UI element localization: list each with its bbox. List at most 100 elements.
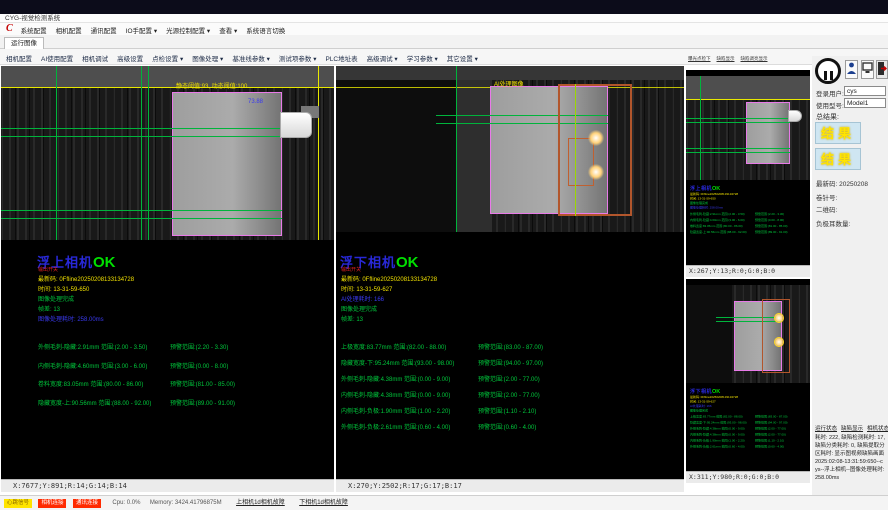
thumbnail-top-camera[interactable]: 浮上相机OK 最新码: 0Ffline20250208133134728 时间:…: [686, 70, 810, 265]
toolbar-button[interactable]: 高级设置: [117, 56, 143, 63]
toolbar-button[interactable]: 相机配置: [6, 56, 32, 63]
bottom-camera-fault-link[interactable]: 下相机1d相机故障: [299, 500, 348, 506]
thumb-bottom-pixel-status: X:311;Y:980;R:0;G:0;B:0: [686, 471, 810, 483]
toolbar-button[interactable]: 基准线参数 ▾: [232, 56, 270, 63]
baseline-green: [141, 66, 142, 240]
baseline-green: [56, 66, 57, 240]
measure-value-overlay: 73.88: [248, 99, 263, 105]
measurement-value: 内侧毛刺-隐藏:4.38mm 范围:(0.00 - 9.00): [341, 390, 478, 399]
toolbar-button[interactable]: 相机调试: [82, 56, 108, 63]
left-view-pixel-status: X:7677;Y:891;R:14;G:14;B:14: [1, 479, 334, 492]
pause-button[interactable]: [815, 58, 841, 84]
menu-item[interactable]: 通讯配置: [91, 28, 117, 35]
measurement-value: 外侧毛刺-隐藏:4.38mm 范围:(0.00 - 9.00): [341, 374, 478, 383]
measurement-row: 外侧毛刺-负极:2.61mm 范围:(0.60 - 4.00) 预警范围:(0.…: [341, 422, 661, 431]
negative-tab-count-label: 负极耳数量:: [816, 218, 850, 228]
toolbar-button[interactable]: AI使用配置: [41, 56, 73, 63]
weld-glow-spot: [588, 164, 604, 180]
latest-code: 最新码: 0Ffline20250208133134728: [38, 274, 134, 283]
thumb-header-link[interactable]: 缺陷调亮显示: [741, 56, 768, 61]
measurement-value: 内侧毛刺-隐藏:4.60mm 范围:(3.00 - 6.00): [38, 361, 170, 370]
login-user-field[interactable]: cys: [844, 86, 886, 96]
measurement-rows: 外侧毛刺-隐藏:2.91mm 范围:(2.00 - 3.50) 预警范围:(2.…: [38, 342, 330, 416]
top-camera-fault-link[interactable]: 上相机1d相机故障: [236, 500, 285, 506]
center-view-pixel-status: X:270;Y:2502;R:17;G:17;B:17: [336, 479, 684, 492]
warning-range: 预警范围:(83.00 - 87.00): [478, 342, 543, 351]
menu-item[interactable]: 系统配置: [21, 28, 47, 35]
ai-image-overlay-label: AI处理图像: [494, 79, 524, 88]
process-elapsed-label: 图像处理耗时: 258.00ms: [38, 314, 104, 323]
exit-button[interactable]: [876, 60, 888, 79]
menu-item[interactable]: IO手配置 ▾: [126, 28, 157, 35]
thumb-header-link[interactable]: 曝光点检下: [688, 56, 711, 61]
frame-diff-label: 帧差: 13: [341, 314, 363, 323]
measure-line-green: [1, 136, 282, 137]
menu-item[interactable]: 系统语言切换: [246, 28, 285, 35]
measurement-row: 内侧毛刺-负极:1.90mm 范围:(1.00 - 2.20) 预警范围:(1.…: [341, 406, 661, 415]
frame-diff-label: 帧差: 13: [38, 304, 60, 313]
measurement-value: 外侧毛刺-负极:2.61mm 范围:(0.60 - 4.00): [341, 422, 478, 431]
capture-time: 时间: 13-31-59-650: [38, 284, 89, 293]
measurement-value: 卷料宽度:83.05mm 范围:(80.00 - 86.00): [38, 379, 170, 388]
app-logo-icon: C: [6, 23, 13, 35]
warning-range: 预警范围:(1.10 - 2.10): [478, 406, 536, 415]
user-lock-icon: [846, 61, 857, 76]
sidebar-bottom-tab[interactable]: 运行状态: [815, 426, 837, 432]
camera-view-float-bottom[interactable]: AI处理图像 浮下相机OK 输出开关 最新码: 0Ffline202502081…: [336, 66, 684, 479]
tab-strip: 运行图像: [0, 35, 888, 49]
toolbar-button[interactable]: 图像处理 ▾: [192, 56, 223, 63]
electrode-cell-region: [172, 92, 282, 236]
output-switch-label: 输出开关: [341, 266, 361, 273]
thumb-top-pixel-status: X:267;Y:13;R:0;G:0;B:0: [686, 265, 810, 277]
menu-item[interactable]: 光源控制配置 ▾: [166, 28, 210, 35]
tab-lead-part: [280, 112, 312, 138]
user-lock-button[interactable]: [845, 60, 858, 79]
camera-image-bottom: AI处理图像: [336, 66, 684, 232]
machine-band: [336, 66, 684, 80]
camera-image-top: 静态阈值:93, 动态阈值:100 73.88: [1, 66, 334, 240]
baseline-green: [456, 66, 457, 232]
camera-view-float-top[interactable]: 静态阈值:93, 动态阈值:100 73.88 浮上相机OK 输出开关 最新码:…: [1, 66, 334, 479]
measurement-row: 内侧毛刺-隐藏:4.38mm 范围:(0.00 - 9.00) 预警范围:(2.…: [341, 390, 661, 399]
machine-mid-panel: [456, 66, 492, 232]
process-done-label: 图像处理完成: [341, 304, 377, 313]
warning-range: 预警范围:(89.00 - 91.00): [170, 398, 235, 407]
memory-usage: Memory: 3424.41796875M: [150, 500, 222, 506]
sidebar-bottom-tab[interactable]: 缺陷显示: [841, 426, 863, 432]
sidebar-bottom-tab[interactable]: 相机状态: [867, 426, 888, 432]
measurement-rows: 上极宽度:83.77mm 范围:(82.00 - 88.00) 预警范围:(83…: [341, 342, 661, 438]
runtime-stats-text: 耗时: 222, 缺陷检测耗时: 17, 缺陷分类耗时: 0, 缺陷提取分区耗时…: [815, 434, 885, 482]
status-bar: 心跳信号 相机连接 通讯连接 Cpu: 0.0% Memory: 3424.41…: [0, 495, 888, 510]
monitor-button[interactable]: [861, 60, 874, 79]
thumb-header-link[interactable]: 缺陷显示: [717, 56, 735, 61]
ai-elapsed-label: AI处理耗时: 166: [341, 294, 384, 303]
baseline-green: [148, 66, 149, 240]
warning-range: 预警范围:(81.00 - 85.00): [170, 379, 235, 388]
menu-item[interactable]: 查看 ▾: [219, 28, 237, 35]
measure-line-green: [1, 218, 282, 219]
pause-icon: [822, 67, 834, 85]
measure-line-green: [1, 210, 282, 211]
toolbar-button[interactable]: 高级调试 ▾: [367, 56, 398, 63]
warning-range: 预警范围:(2.00 - 77.00): [478, 374, 540, 383]
toolbar-button[interactable]: 学习参数 ▾: [407, 56, 438, 63]
measurement-value: 隐藏宽度-下:95.24mm 范围:(93.00 - 98.00): [341, 358, 478, 367]
reference-line-yellow: [318, 66, 319, 240]
toolbar-button[interactable]: 点检设置 ▾: [152, 56, 183, 63]
measure-line-green: [1, 128, 282, 129]
thumbnail-bottom-camera[interactable]: 浮下相机OK 最新码: 0Ffline20250208133134728 时间:…: [686, 279, 810, 471]
result-display-bottom: 结果: [815, 148, 861, 170]
process-done-label: 图像处理完成: [38, 294, 74, 303]
measurement-value: 外侧毛刺-隐藏:2.91mm 范围:(2.00 - 3.50): [38, 342, 170, 351]
measurement-value: 上极宽度:83.77mm 范围:(82.00 - 88.00): [341, 342, 478, 351]
measurement-value: 内侧毛刺-负极:1.90mm 范围:(1.00 - 2.20): [341, 406, 478, 415]
toolbar-button[interactable]: PLC地址表: [325, 56, 357, 63]
cpu-usage: Cpu: 0.0%: [112, 500, 140, 506]
toolbar-button[interactable]: 测试项参数 ▾: [279, 56, 317, 63]
warning-range: 预警范围:(2.00 - 77.00): [478, 390, 540, 399]
heartbeat-badge: 心跳信号: [4, 499, 32, 508]
thumb-header-links: 曝光点检下 缺陷显示 缺陷调亮显示: [688, 54, 810, 64]
model-field[interactable]: Model1: [844, 98, 886, 108]
menu-item[interactable]: 相机配置: [56, 28, 82, 35]
toolbar-button[interactable]: 其它设置 ▾: [447, 56, 478, 63]
